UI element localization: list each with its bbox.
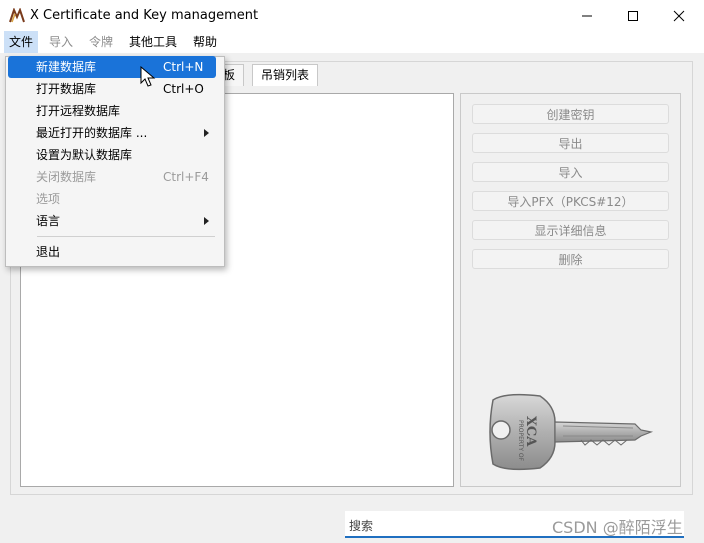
menu-item-label: 打开数据库: [36, 82, 97, 96]
menu-item-label: 退出: [36, 245, 61, 259]
app-logo-icon: [9, 8, 25, 23]
export-button[interactable]: 导出: [472, 133, 669, 153]
menu-item-open-database[interactable]: 打开数据库 Ctrl+O: [8, 78, 216, 100]
menu-separator: [37, 236, 215, 237]
menu-item-set-default-database[interactable]: 设置为默认数据库: [8, 144, 216, 166]
mouse-cursor-icon: [140, 66, 156, 87]
minimize-icon: [582, 15, 592, 16]
maximize-icon: [628, 10, 638, 21]
menu-item-label: 设置为默认数据库: [36, 148, 133, 162]
menu-help[interactable]: 帮助: [188, 31, 222, 53]
menu-item-close-database[interactable]: 关闭数据库 Ctrl+F4: [8, 166, 216, 188]
menu-file[interactable]: 文件: [4, 31, 39, 53]
minimize-button[interactable]: [564, 0, 610, 31]
menu-import[interactable]: 导入: [44, 31, 78, 53]
menu-item-shortcut: Ctrl+N: [163, 60, 204, 74]
menu-token[interactable]: 令牌: [84, 31, 118, 53]
delete-button[interactable]: 删除: [472, 249, 669, 269]
menu-item-recent-databases[interactable]: 最近打开的数据库 ...: [8, 122, 216, 144]
menu-item-open-remote-database[interactable]: 打开远程数据库: [8, 100, 216, 122]
menu-other-tools[interactable]: 其他工具: [124, 31, 182, 53]
window-title: X Certificate and Key management: [30, 8, 259, 23]
menu-item-new-database[interactable]: 新建数据库 Ctrl+N: [8, 56, 216, 78]
menu-item-label: 最近打开的数据库 ...: [36, 126, 148, 140]
close-button[interactable]: [656, 0, 702, 31]
menu-item-shortcut: Ctrl+O: [163, 82, 204, 96]
menu-item-label: 新建数据库: [36, 60, 97, 74]
show-details-button[interactable]: 显示详细信息: [472, 220, 669, 240]
watermark: CSDN @醉陌浮生: [552, 518, 683, 537]
import-pfx-button[interactable]: 导入PFX（PKCS#12）: [472, 191, 669, 211]
menu-item-language[interactable]: 语言: [8, 210, 216, 232]
menu-item-options[interactable]: 选项: [8, 188, 216, 210]
submenu-arrow-icon: [204, 217, 209, 225]
search-label: 搜索: [349, 519, 374, 533]
menu-item-label: 选项: [36, 192, 61, 206]
key-illustration-icon: PROPERTY OF XCA: [489, 393, 654, 471]
menu-item-label: 打开远程数据库: [36, 104, 121, 118]
create-key-button[interactable]: 创建密钥: [472, 104, 669, 124]
tab-crl[interactable]: 吊销列表: [252, 64, 319, 86]
key-engraving-small: PROPERTY OF: [517, 420, 524, 462]
submenu-arrow-icon: [204, 129, 209, 137]
menu-item-shortcut: Ctrl+F4: [163, 170, 209, 184]
menu-item-label: 语言: [36, 214, 61, 228]
menu-item-exit[interactable]: 退出: [8, 241, 216, 263]
key-engraving-large: XCA: [523, 416, 538, 447]
maximize-button[interactable]: [610, 0, 656, 31]
import-button[interactable]: 导入: [472, 162, 669, 182]
menu-item-label: 关闭数据库: [36, 170, 97, 184]
close-icon: [673, 10, 685, 21]
